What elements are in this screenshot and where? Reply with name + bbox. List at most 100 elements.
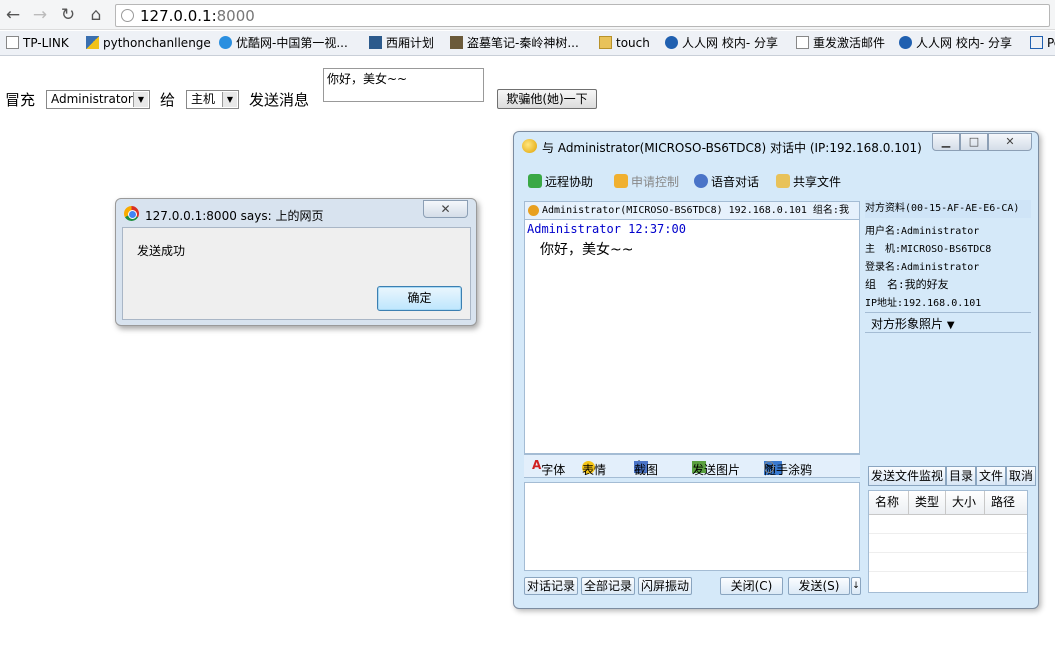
message-label: 发送消息: [249, 91, 310, 109]
to-select[interactable]: 主机 ▼: [186, 90, 239, 109]
message-sender: Administrator 12:37:00: [527, 222, 686, 236]
bookmark-item[interactable]: 人人网 校内- 分享: [899, 31, 1012, 56]
chat-history: Administrator 12:37:00 你好，美女~~: [524, 219, 860, 454]
youku-icon: [219, 36, 232, 49]
python-icon: [86, 36, 99, 49]
tab-directory[interactable]: 目录: [946, 466, 977, 486]
page-icon: [796, 36, 809, 49]
screen-shake-button[interactable]: 闪屏振动: [638, 577, 692, 595]
alert-message: 发送成功: [137, 244, 186, 258]
format-toolbar: A 字体 表情 截图↓ 发送图片 随手涂鸦 »: [524, 454, 860, 478]
forward-icon[interactable]: →: [29, 4, 51, 26]
home-icon[interactable]: ⌂: [85, 4, 107, 26]
user-icon: [528, 205, 539, 216]
back-icon[interactable]: ←: [2, 4, 24, 26]
bookmarks-bar: TP-LINK pythonchanllenge 优酷网-中国第一视... 西厢…: [0, 31, 1055, 56]
info-line: 组 名:我的好友: [865, 278, 949, 291]
dropdown-arrow-icon: ▼: [222, 92, 237, 107]
divider: [865, 332, 1031, 333]
address-bar[interactable]: 127.0.0.1:8000: [115, 4, 1050, 27]
voice-chat-icon: [694, 174, 708, 188]
message-text: 你好，美女~~: [540, 242, 634, 258]
browser-toolbar: ← → ↻ ⌂ 127.0.0.1:8000: [0, 0, 1055, 30]
request-control-button[interactable]: 申请控制: [614, 173, 679, 190]
contact-info-title: 对方资料(00-15-AF-AE-E6-CA): [865, 200, 1031, 218]
photo-toggle[interactable]: 对方形象照片 ▼: [871, 315, 955, 332]
tab-cancel[interactable]: 取消: [1006, 466, 1037, 486]
chat-window-title: 与 Administrator(MICROSO-BS6TDC8) 对话中 (IP…: [542, 141, 922, 155]
bookmark-item[interactable]: 优酷网-中国第一视...: [219, 31, 348, 56]
file-table: 名称 类型 大小 路径: [868, 490, 1028, 593]
alert-body: 发送成功 确定: [122, 227, 471, 320]
bookmark-item[interactable]: 人人网 校内- 分享: [665, 31, 778, 56]
to-label: 给: [160, 91, 176, 109]
renren-icon: [665, 36, 678, 49]
history-button[interactable]: 对话记录: [524, 577, 578, 595]
chat-app-icon: [522, 139, 537, 153]
reload-icon[interactable]: ↻: [57, 4, 79, 26]
globe-icon: [121, 9, 134, 22]
share-file-button[interactable]: 共享文件: [776, 173, 841, 190]
image-icon: [450, 36, 463, 49]
info-line: 主 机:MICROSO-BS6TDC8: [865, 244, 992, 255]
dropdown-arrow-icon: ▼: [133, 92, 148, 107]
file-tabs: 发送文件监视 目录 文件 取消: [868, 466, 1037, 486]
chrome-icon: [124, 206, 139, 221]
tab-file[interactable]: 文件: [976, 466, 1007, 486]
column-header[interactable]: 类型: [909, 491, 946, 514]
minimize-icon[interactable]: ▁: [932, 133, 960, 151]
remote-assist-icon: [528, 174, 542, 188]
table-row: [869, 534, 1027, 553]
screenshot-button[interactable]: 截图↓: [634, 458, 658, 477]
close-icon[interactable]: ✕: [988, 133, 1032, 151]
divider: [865, 312, 1031, 313]
bookmark-item[interactable]: Pe: [1030, 31, 1055, 56]
column-header[interactable]: 路径: [985, 491, 1027, 514]
chat-header: Administrator(MICROSO-BS6TDC8) 192.168.0…: [524, 201, 860, 220]
all-history-button[interactable]: 全部记录: [581, 577, 635, 595]
message-textarea[interactable]: 你好，美女~~: [323, 68, 484, 102]
bookmark-item[interactable]: 盗墓笔记-秦岭神树...: [450, 31, 579, 56]
folder-icon: [599, 36, 612, 49]
bookmark-item[interactable]: 西厢计划: [369, 31, 434, 56]
page-icon: [6, 36, 19, 49]
remote-assist-button[interactable]: 远程协助: [528, 173, 593, 190]
url-text: 127.0.0.1:8000: [140, 7, 255, 25]
more-icon[interactable]: »: [764, 461, 774, 473]
renren-icon: [899, 36, 912, 49]
ip-icon: [369, 36, 382, 49]
pe-icon: [1030, 36, 1043, 49]
info-line: IP地址:192.168.0.101: [865, 298, 982, 309]
table-row: [869, 515, 1027, 534]
bookmark-item[interactable]: TP-LINK: [6, 31, 69, 56]
message-input[interactable]: [524, 482, 860, 571]
maximize-icon[interactable]: □: [960, 133, 988, 151]
table-row: [869, 553, 1027, 572]
font-icon: A: [532, 458, 542, 472]
send-options-icon[interactable]: ↓: [851, 577, 861, 595]
alert-title: 127.0.0.1:8000 says: 上的网页: [145, 209, 324, 223]
send-button[interactable]: 发送(S): [788, 577, 850, 595]
column-header[interactable]: 名称: [869, 491, 909, 514]
submit-button[interactable]: 欺骗他(她)一下: [497, 89, 597, 109]
ok-button[interactable]: 确定: [377, 286, 462, 311]
voice-chat-button[interactable]: 语音对话: [694, 173, 759, 190]
close-button[interactable]: 关闭(C): [720, 577, 783, 595]
tab-file-monitor[interactable]: 发送文件监视: [868, 466, 947, 486]
request-control-icon: [614, 174, 628, 188]
chevron-down-icon: ▼: [946, 320, 955, 331]
folder-icon: [776, 174, 790, 188]
bookmark-item[interactable]: pythonchanllenge: [86, 31, 211, 56]
info-line: 用户名:Administrator: [865, 226, 980, 237]
bookmark-item[interactable]: 重发激活邮件: [796, 31, 885, 56]
font-button[interactable]: A 字体: [532, 458, 565, 477]
chat-window: 与 Administrator(MICROSO-BS6TDC8) 对话中 (IP…: [513, 131, 1039, 609]
alert-dialog: 127.0.0.1:8000 says: 上的网页 ✕ 发送成功 确定: [115, 198, 477, 326]
info-line: 登录名:Administrator: [865, 262, 980, 273]
window-controls: ▁ □ ✕: [932, 133, 1032, 151]
impersonate-label: 冒充: [5, 91, 36, 109]
column-header[interactable]: 大小: [946, 491, 985, 514]
from-select[interactable]: Administrator ▼: [46, 90, 150, 109]
bookmark-item[interactable]: touch: [599, 31, 650, 56]
close-icon[interactable]: ✕: [423, 200, 468, 218]
